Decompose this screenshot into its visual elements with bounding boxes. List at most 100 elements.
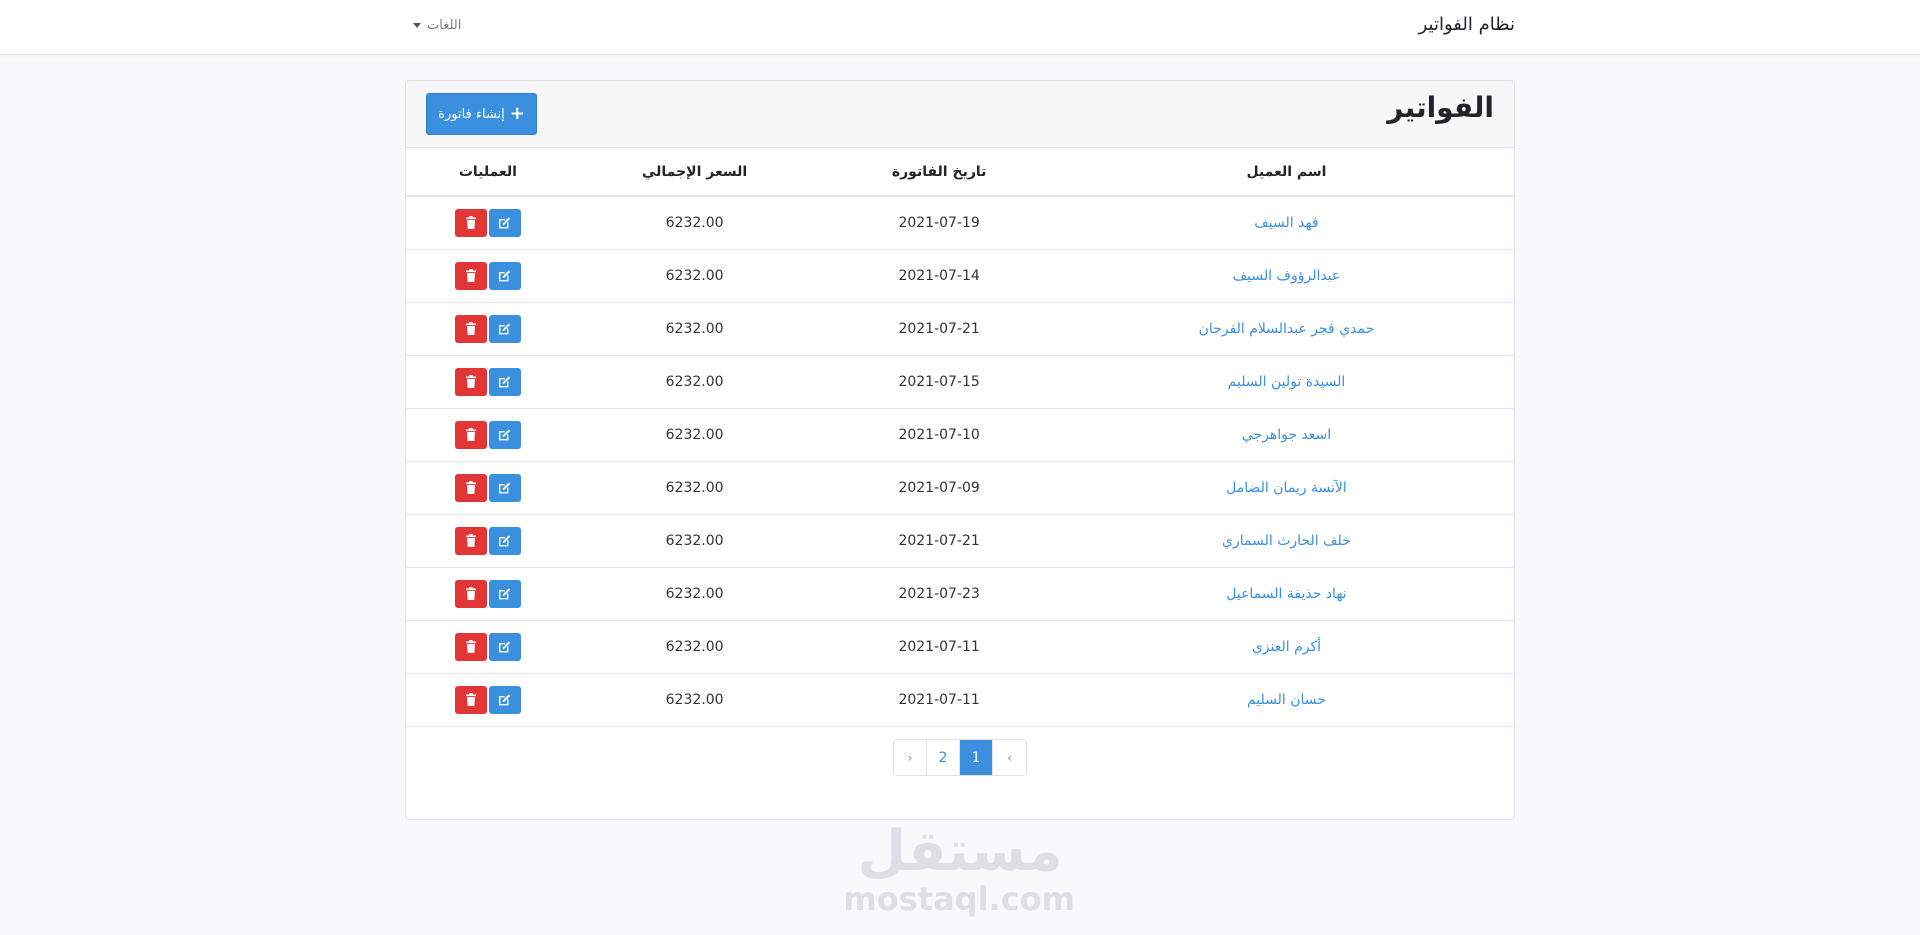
total-price-cell: 6232.00 [569,196,820,250]
total-price-cell: 6232.00 [569,249,820,303]
edit-icon [499,588,511,600]
delete-button[interactable] [454,367,487,396]
pagination-page-2[interactable]: 2 [927,740,960,775]
invoice-date-cell: 2021-07-21 [819,514,1059,568]
edit-button[interactable] [488,261,521,290]
table-row: أكرم العنزي 2021-07-11 6232.00 [406,620,1514,674]
edit-button[interactable] [488,526,521,555]
row-actions [454,473,521,502]
watermark-logo: مستقل [857,819,1063,884]
table-row: خلف الحارث السماري 2021-07-21 6232.00 [406,514,1514,568]
delete-button[interactable] [454,632,487,661]
delete-button[interactable] [454,526,487,555]
edit-button[interactable] [488,473,521,502]
row-actions [454,261,521,290]
create-invoice-button[interactable]: + إنشاء فاتورة [426,93,537,135]
pagination-page-1[interactable]: 1 [960,740,993,775]
row-actions [454,367,521,396]
total-price-cell: 6232.00 [569,567,820,621]
header-actions: العمليات [406,148,570,197]
table-header-row: اسم العميل تاريخ الفاتورة السعر الإجمالي… [406,148,1514,197]
trash-icon [465,587,476,600]
client-name-link[interactable]: حمدي فجر عبدالسلام الفرحان [1199,321,1375,337]
delete-button[interactable] [454,208,487,237]
table-row: عبدالرؤوف السيف 2021-07-14 6232.00 [406,249,1514,303]
edit-icon [499,429,511,441]
trash-icon [465,640,476,653]
edit-button[interactable] [488,314,521,343]
table-row: الآنسة ريمان الضامل 2021-07-09 6232.00 [406,461,1514,515]
trash-icon [465,481,476,494]
row-actions [454,579,521,608]
client-name-link[interactable]: حسان السليم [1247,692,1326,708]
trash-icon [465,693,476,706]
trash-icon [465,269,476,282]
client-name-link[interactable]: السيدة تولين السليم [1228,374,1346,390]
total-price-cell: 6232.00 [569,355,820,409]
page-title: الفواتير [1387,91,1494,124]
edit-button[interactable] [488,685,521,714]
table-row: حمدي فجر عبدالسلام الفرحان 2021-07-21 62… [406,302,1514,356]
edit-button[interactable] [488,367,521,396]
delete-button[interactable] [454,685,487,714]
create-invoice-label: إنشاء فاتورة [438,106,505,122]
invoices-card: الفواتير + إنشاء فاتورة اسم العميل تاريخ… [405,80,1515,820]
invoices-table: اسم العميل تاريخ الفاتورة السعر الإجمالي… [406,148,1514,727]
edit-button[interactable] [488,632,521,661]
row-actions [454,526,521,555]
invoice-date-cell: 2021-07-11 [819,620,1059,674]
edit-icon [499,694,511,706]
invoice-date-cell: 2021-07-11 [819,673,1059,727]
total-price-cell: 6232.00 [569,673,820,727]
card-header: الفواتير + إنشاء فاتورة [406,81,1514,148]
delete-button[interactable] [454,261,487,290]
table-row: السيدة تولين السليم 2021-07-15 6232.00 [406,355,1514,409]
header-total-price: السعر الإجمالي [569,148,820,197]
row-actions [454,208,521,237]
pagination: › 2 1 ‹ [893,739,1027,776]
languages-label: اللغات [427,18,462,33]
edit-icon [499,323,511,335]
invoice-date-cell: 2021-07-15 [819,355,1059,409]
invoice-date-cell: 2021-07-14 [819,249,1059,303]
client-name-link[interactable]: الآنسة ريمان الضامل [1226,480,1347,496]
delete-button[interactable] [454,420,487,449]
pagination-next[interactable]: ‹ [993,740,1026,775]
header-invoice-date: تاريخ الفاتورة [819,148,1059,197]
row-actions [454,632,521,661]
caret-down-icon [413,23,421,28]
client-name-link[interactable]: اسعد جواهرجي [1242,427,1331,443]
edit-button[interactable] [488,208,521,237]
watermark: مستقل mostaql.com [843,819,1075,918]
table-row: اسعد جواهرجي 2021-07-10 6232.00 [406,408,1514,462]
watermark-domain: mostaql.com [843,880,1075,918]
delete-button[interactable] [454,579,487,608]
client-name-link[interactable]: عبدالرؤوف السيف [1233,268,1341,284]
trash-icon [465,534,476,547]
table-row: نهاد حذيفة السماعيل 2021-07-23 6232.00 [406,567,1514,621]
top-navbar: نظام الفواتير اللغات [0,0,1920,55]
languages-dropdown[interactable]: اللغات [413,18,461,33]
client-name-link[interactable]: نهاد حذيفة السماعيل [1226,586,1346,602]
total-price-cell: 6232.00 [569,514,820,568]
trash-icon [465,216,476,230]
invoice-date-cell: 2021-07-23 [819,567,1059,621]
client-name-link[interactable]: فهد السيف [1254,215,1318,231]
navbar-brand[interactable]: نظام الفواتير [1419,14,1515,35]
delete-button[interactable] [454,473,487,502]
row-actions [454,314,521,343]
edit-button[interactable] [488,420,521,449]
client-name-link[interactable]: خلف الحارث السماري [1222,533,1351,549]
delete-button[interactable] [454,314,487,343]
row-actions [454,685,521,714]
invoice-date-cell: 2021-07-10 [819,408,1059,462]
invoices-table-body: فهد السيف 2021-07-19 6232.00 عبدالرؤوف ا… [406,196,1514,727]
client-name-link[interactable]: أكرم العنزي [1252,639,1321,655]
total-price-cell: 6232.00 [569,302,820,356]
pagination-prev[interactable]: › [894,740,927,775]
edit-button[interactable] [488,579,521,608]
trash-icon [465,375,476,388]
total-price-cell: 6232.00 [569,620,820,674]
trash-icon [465,322,476,335]
edit-icon [499,217,511,229]
